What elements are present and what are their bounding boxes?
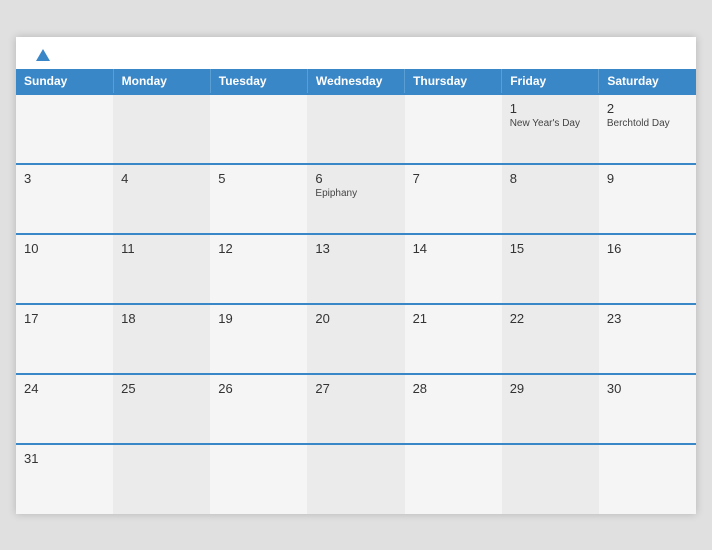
day-cell: 24 (16, 374, 113, 444)
calendar-header (16, 37, 696, 69)
day-number: 29 (510, 381, 591, 396)
day-number: 2 (607, 101, 688, 116)
day-cell: 25 (113, 374, 210, 444)
day-cell (307, 444, 404, 514)
day-cell: 29 (502, 374, 599, 444)
day-cell: 16 (599, 234, 696, 304)
day-cell: 2 Berchtold Day (599, 94, 696, 164)
day-cell: 20 (307, 304, 404, 374)
logo-triangle-icon (36, 49, 50, 61)
day-cell (113, 444, 210, 514)
weekday-header-saturday: Saturday (599, 69, 696, 94)
day-cell: 19 (210, 304, 307, 374)
day-cell: 13 (307, 234, 404, 304)
week-row-6: 31 (16, 444, 696, 514)
day-cell (16, 94, 113, 164)
week-row-4: 17 18 19 20 21 22 23 (16, 304, 696, 374)
calendar-table: SundayMondayTuesdayWednesdayThursdayFrid… (16, 69, 696, 514)
day-cell: 21 (405, 304, 502, 374)
day-cell: 23 (599, 304, 696, 374)
day-cell: 9 (599, 164, 696, 234)
day-number: 28 (413, 381, 494, 396)
day-cell (502, 444, 599, 514)
logo (32, 49, 50, 61)
week-row-5: 24 25 26 27 28 29 30 (16, 374, 696, 444)
day-number: 14 (413, 241, 494, 256)
day-cell: 4 (113, 164, 210, 234)
day-number: 17 (24, 311, 105, 326)
week-row-2: 3 4 5 6 Epiphany 7 8 9 (16, 164, 696, 234)
day-cell: 1 New Year's Day (502, 94, 599, 164)
day-cell: 26 (210, 374, 307, 444)
day-cell (307, 94, 404, 164)
day-cell: 15 (502, 234, 599, 304)
day-cell (599, 444, 696, 514)
day-cell (405, 94, 502, 164)
weekday-header-monday: Monday (113, 69, 210, 94)
day-event: Berchtold Day (607, 118, 688, 129)
day-cell: 31 (16, 444, 113, 514)
calendar-thead: SundayMondayTuesdayWednesdayThursdayFrid… (16, 69, 696, 94)
day-number: 9 (607, 171, 688, 186)
day-cell: 22 (502, 304, 599, 374)
day-number: 26 (218, 381, 299, 396)
day-cell (113, 94, 210, 164)
day-number: 19 (218, 311, 299, 326)
day-number: 23 (607, 311, 688, 326)
day-number: 5 (218, 171, 299, 186)
day-number: 27 (315, 381, 396, 396)
calendar: SundayMondayTuesdayWednesdayThursdayFrid… (16, 37, 696, 514)
day-cell: 28 (405, 374, 502, 444)
day-cell: 12 (210, 234, 307, 304)
week-row-3: 10 11 12 13 14 15 16 (16, 234, 696, 304)
day-cell (405, 444, 502, 514)
day-number: 30 (607, 381, 688, 396)
day-number: 11 (121, 241, 202, 256)
day-number: 13 (315, 241, 396, 256)
logo-top (32, 49, 50, 61)
day-number: 3 (24, 171, 105, 186)
week-row-1: 1 New Year's Day 2 Berchtold Day (16, 94, 696, 164)
day-number: 1 (510, 101, 591, 116)
day-number: 12 (218, 241, 299, 256)
day-cell: 7 (405, 164, 502, 234)
day-number: 24 (24, 381, 105, 396)
day-cell: 5 (210, 164, 307, 234)
weekday-header-friday: Friday (502, 69, 599, 94)
day-cell: 14 (405, 234, 502, 304)
day-number: 21 (413, 311, 494, 326)
day-number: 10 (24, 241, 105, 256)
day-number: 22 (510, 311, 591, 326)
day-cell: 6 Epiphany (307, 164, 404, 234)
day-cell: 30 (599, 374, 696, 444)
weekday-header-thursday: Thursday (405, 69, 502, 94)
day-number: 31 (24, 451, 105, 466)
day-event: Epiphany (315, 188, 396, 199)
day-number: 8 (510, 171, 591, 186)
weekday-header-row: SundayMondayTuesdayWednesdayThursdayFrid… (16, 69, 696, 94)
day-number: 25 (121, 381, 202, 396)
weekday-header-wednesday: Wednesday (307, 69, 404, 94)
day-cell: 27 (307, 374, 404, 444)
day-cell: 18 (113, 304, 210, 374)
day-cell: 3 (16, 164, 113, 234)
calendar-tbody: 1 New Year's Day 2 Berchtold Day 3 4 5 6 Epiphan… (16, 94, 696, 514)
day-cell: 10 (16, 234, 113, 304)
day-cell: 11 (113, 234, 210, 304)
day-cell: 8 (502, 164, 599, 234)
day-number: 18 (121, 311, 202, 326)
day-number: 6 (315, 171, 396, 186)
day-number: 16 (607, 241, 688, 256)
day-cell (210, 444, 307, 514)
day-number: 4 (121, 171, 202, 186)
day-event: New Year's Day (510, 118, 591, 129)
day-cell (210, 94, 307, 164)
day-number: 15 (510, 241, 591, 256)
day-number: 7 (413, 171, 494, 186)
weekday-header-tuesday: Tuesday (210, 69, 307, 94)
weekday-header-sunday: Sunday (16, 69, 113, 94)
day-cell: 17 (16, 304, 113, 374)
day-number: 20 (315, 311, 396, 326)
